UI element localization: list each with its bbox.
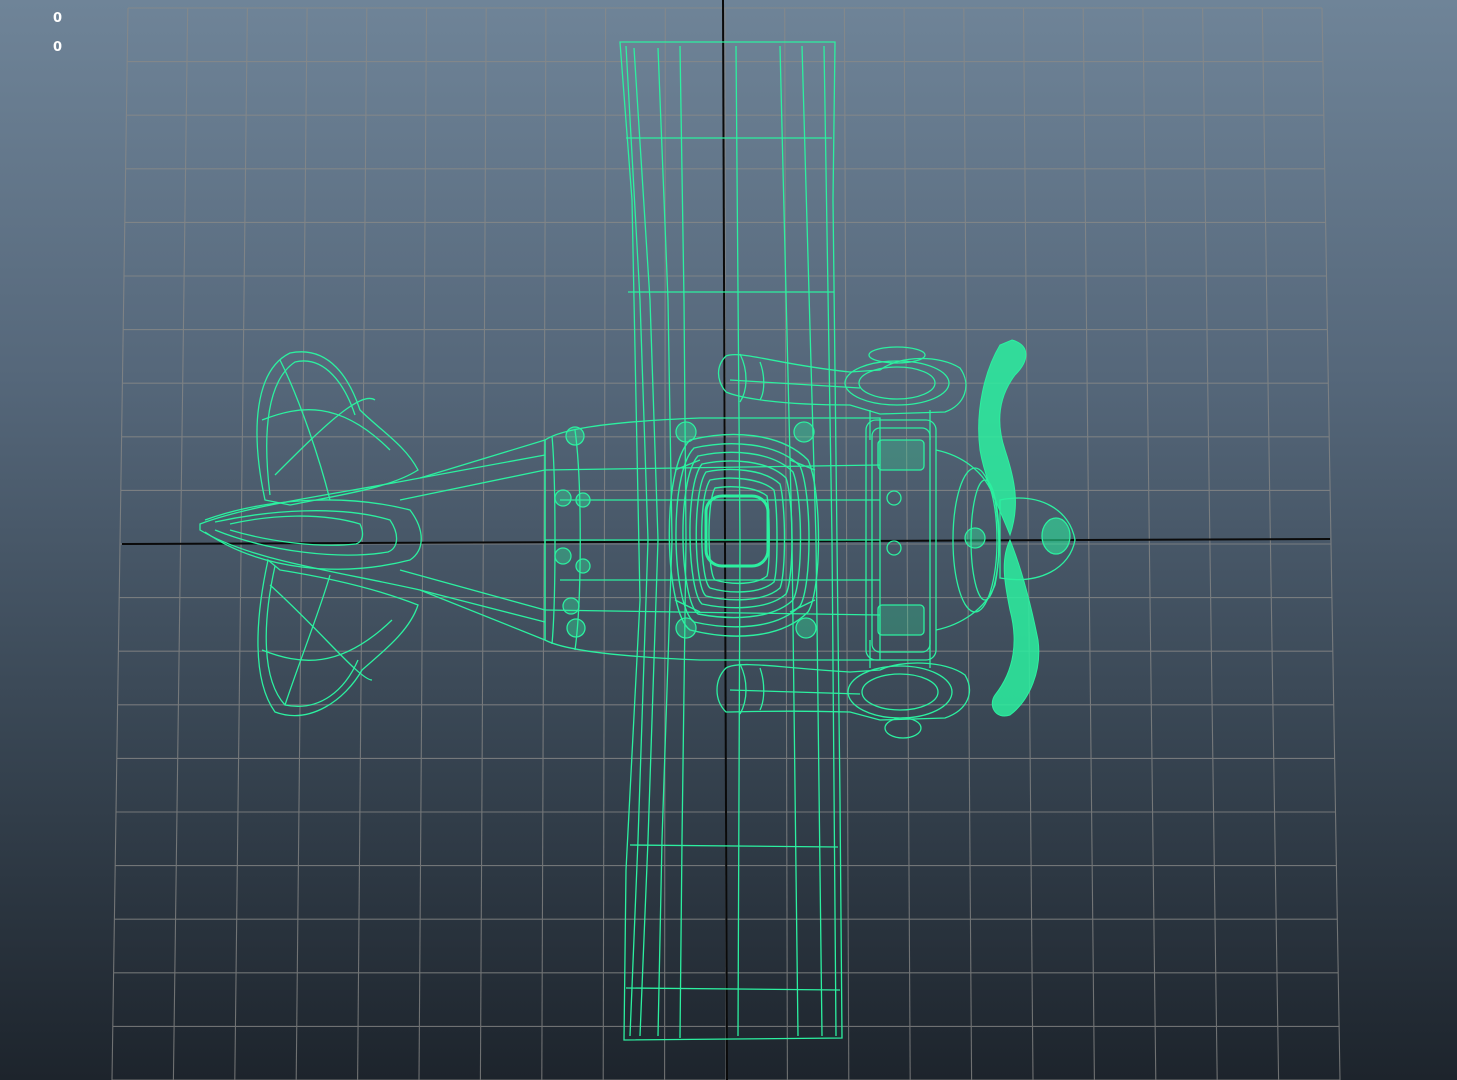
viewport-scene[interactable] bbox=[0, 0, 1457, 1080]
lower-nacelle[interactable] bbox=[716, 640, 970, 739]
viewport-panel[interactable]: 0 0 bbox=[0, 0, 1457, 1080]
hud-readout-2: 0 bbox=[53, 40, 63, 55]
hud-readout-1: 0 bbox=[53, 11, 63, 26]
propeller[interactable] bbox=[978, 339, 1040, 717]
tail-fin-upper[interactable] bbox=[256, 351, 419, 506]
tail-fin-lower[interactable] bbox=[257, 558, 419, 717]
fuselage[interactable] bbox=[544, 417, 881, 661]
upper-nacelle[interactable] bbox=[717, 346, 967, 440]
cockpit[interactable] bbox=[668, 433, 820, 637]
tail-cone[interactable] bbox=[199, 439, 546, 641]
